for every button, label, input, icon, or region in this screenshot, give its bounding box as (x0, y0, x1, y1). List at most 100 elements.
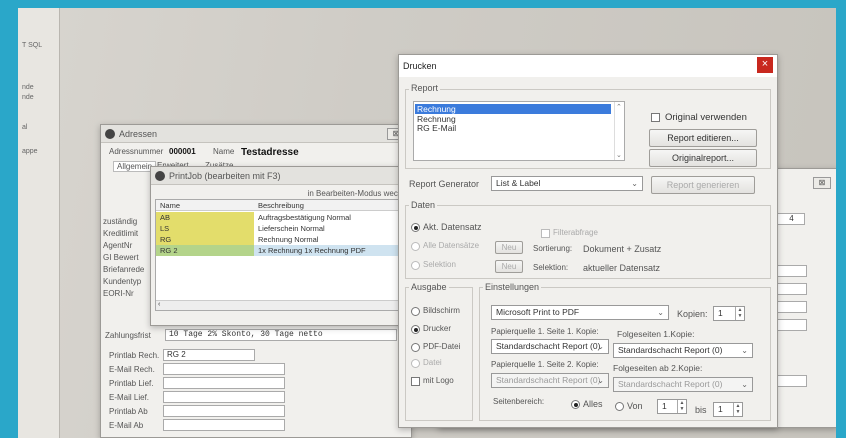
range-to-value: 1 (718, 404, 723, 414)
close-button[interactable]: × (757, 57, 773, 73)
radio-file[interactable] (411, 359, 420, 368)
radio-selection[interactable] (411, 261, 420, 270)
window-title: Adressen (119, 129, 158, 139)
printlab-rech-field[interactable]: RG 2 (163, 349, 255, 361)
report-item[interactable]: RG E-Mail (417, 123, 456, 133)
stepper-arrows-icon[interactable]: ▲ ▼ (735, 307, 744, 320)
stepper-arrows-icon[interactable]: ▲ ▼ (677, 400, 686, 413)
blank-field[interactable] (777, 375, 807, 387)
edit-report-button[interactable]: Report editieren... (649, 129, 757, 147)
selection-label: Selektion: (533, 263, 569, 272)
new-selection-button[interactable]: Neu (495, 260, 523, 273)
blank-field[interactable] (777, 283, 807, 295)
column-header: Name (160, 201, 181, 210)
number-label: Adressnummer (109, 147, 164, 156)
radio-range-all[interactable] (571, 400, 580, 409)
printlab-table: Name Beschreibung AB Auftragsbestätigung… (155, 199, 417, 311)
filter-checkbox[interactable] (541, 229, 550, 238)
copies-stepper[interactable]: 1 ▲ ▼ (713, 306, 745, 321)
radio-printer[interactable] (411, 325, 420, 334)
data-group-title: Daten (409, 200, 438, 210)
follow2-select[interactable]: Standardschacht Report (0) ⌄ (613, 377, 753, 392)
printlab-ab-field[interactable] (163, 405, 285, 417)
chevron-down-icon: ⌄ (597, 376, 604, 385)
email-ab-field[interactable] (163, 419, 285, 431)
stepper-arrows-icon[interactable]: ▲ ▼ (733, 403, 742, 416)
generator-select[interactable]: List & Label ⌄ (491, 176, 643, 191)
range-to-label: bis (695, 405, 707, 415)
table-row[interactable]: AB Auftragsbestätigung Normal (156, 212, 416, 223)
scroll-down-icon[interactable]: ⌄ (616, 151, 622, 159)
app-icon (155, 171, 165, 181)
window-title: PrintJob (bearbeiten mit F3) (169, 171, 281, 181)
printlab-lief-field[interactable] (163, 377, 285, 389)
radio-all-records[interactable] (411, 242, 420, 251)
listbox-scrollbar[interactable]: ⌃ ⌄ (614, 102, 624, 160)
new-sort-button[interactable]: Neu (495, 241, 523, 254)
number-field[interactable]: 4 (775, 213, 805, 225)
chevron-down-icon: ⌄ (631, 179, 638, 188)
original-report-button[interactable]: Originalreport... (649, 149, 757, 167)
chevron-down-icon: ⌄ (741, 346, 748, 355)
output-group-title: Ausgabe (409, 282, 449, 292)
report-item-selected[interactable]: Rechnung (415, 104, 611, 114)
scroll-left-icon[interactable]: ‹ (158, 301, 160, 308)
blank-field[interactable] (777, 301, 807, 313)
paper1-select[interactable]: Standardschacht Report (0) ⌄ (491, 339, 609, 354)
chevron-down-icon: ⌄ (657, 308, 664, 317)
follow2-value: Standardschacht Report (0) (618, 379, 723, 389)
blank-field[interactable] (777, 265, 807, 277)
radio-all-label: Alle Datensätze (423, 241, 480, 250)
side-label: AgentNr (103, 241, 133, 250)
printer-select[interactable]: Microsoft Print to PDF ⌄ (491, 305, 669, 320)
generate-report-button[interactable]: Report generieren (651, 176, 755, 194)
horizontal-scrollbar[interactable]: ‹ (156, 300, 416, 310)
payment-field[interactable]: 10 Tage 2% Skonto, 30 Tage netto (165, 329, 397, 341)
radio-screen[interactable] (411, 307, 420, 316)
email-lief-field[interactable] (163, 391, 285, 403)
table-row[interactable]: LS Lieferschein Normal (156, 223, 416, 234)
follow1-value: Standardschacht Report (0) (618, 345, 723, 355)
email-rech-label: E-Mail Rech. (109, 365, 155, 374)
table-row-selected[interactable]: RG 2 1x Rechnung 1x Rechnung PDF (156, 245, 416, 256)
printlab-ab-label: Printlab Ab (109, 407, 148, 416)
range-from-value: 1 (662, 401, 667, 411)
radio-selection-label: Selektion (423, 260, 456, 269)
paper2-label: Papierquelle 1. Seite 2. Kopie: (491, 360, 599, 369)
printlab-window: PrintJob (bearbeiten mit F3) in Bearbeit… (150, 166, 420, 326)
original-checkbox[interactable] (651, 113, 660, 122)
row-desc: Rechnung Normal (258, 235, 319, 244)
printlab-titlebar: PrintJob (bearbeiten mit F3) (151, 167, 419, 185)
blank-field[interactable] (777, 319, 807, 331)
radio-pdf[interactable] (411, 343, 420, 352)
side-label: Kreditlimit (103, 229, 139, 238)
range-all-label: Alles (583, 399, 603, 409)
logo-label: mit Logo (423, 376, 454, 385)
logo-checkbox[interactable] (411, 377, 420, 386)
close-button[interactable]: ⊠ (813, 177, 831, 189)
paper2-select[interactable]: Standardschacht Report (0) ⌄ (491, 373, 609, 388)
email-rech-field[interactable] (163, 363, 285, 375)
payment-label: Zahlungsfrist (105, 331, 151, 340)
desktop-label: al (22, 124, 28, 131)
settings-group-title: Einstellungen (483, 282, 542, 292)
generator-value: List & Label (496, 178, 541, 188)
radio-range-from[interactable] (615, 402, 624, 411)
range-label: Seitenbereich: (493, 397, 545, 406)
report-listbox[interactable]: Rechnung Rechnung RG E-Mail ⌃ ⌄ (413, 101, 625, 161)
print-dialog: Drucken × Report Rechnung Rechnung RG E-… (398, 54, 778, 428)
desktop-label: appe (22, 148, 38, 155)
range-from-stepper[interactable]: 1 ▲ ▼ (657, 399, 687, 414)
range-from-label: Von (627, 401, 643, 411)
range-to-stepper[interactable]: 1 ▲ ▼ (713, 402, 743, 417)
address-titlebar: Adressen ⊠ (101, 125, 411, 143)
desktop-label: T SQL (22, 42, 43, 49)
radio-current-record[interactable] (411, 223, 420, 232)
row-name: RG 2 (156, 245, 254, 256)
scroll-up-icon[interactable]: ⌃ (616, 103, 622, 111)
paper1-label: Papierquelle 1. Seite 1. Kopie: (491, 327, 599, 336)
printlab-lief-label: Printlab Lief. (109, 379, 154, 388)
dialog-titlebar: Drucken × (399, 55, 777, 77)
follow1-select[interactable]: Standardschacht Report (0) ⌄ (613, 343, 753, 358)
table-row[interactable]: RG Rechnung Normal (156, 234, 416, 245)
